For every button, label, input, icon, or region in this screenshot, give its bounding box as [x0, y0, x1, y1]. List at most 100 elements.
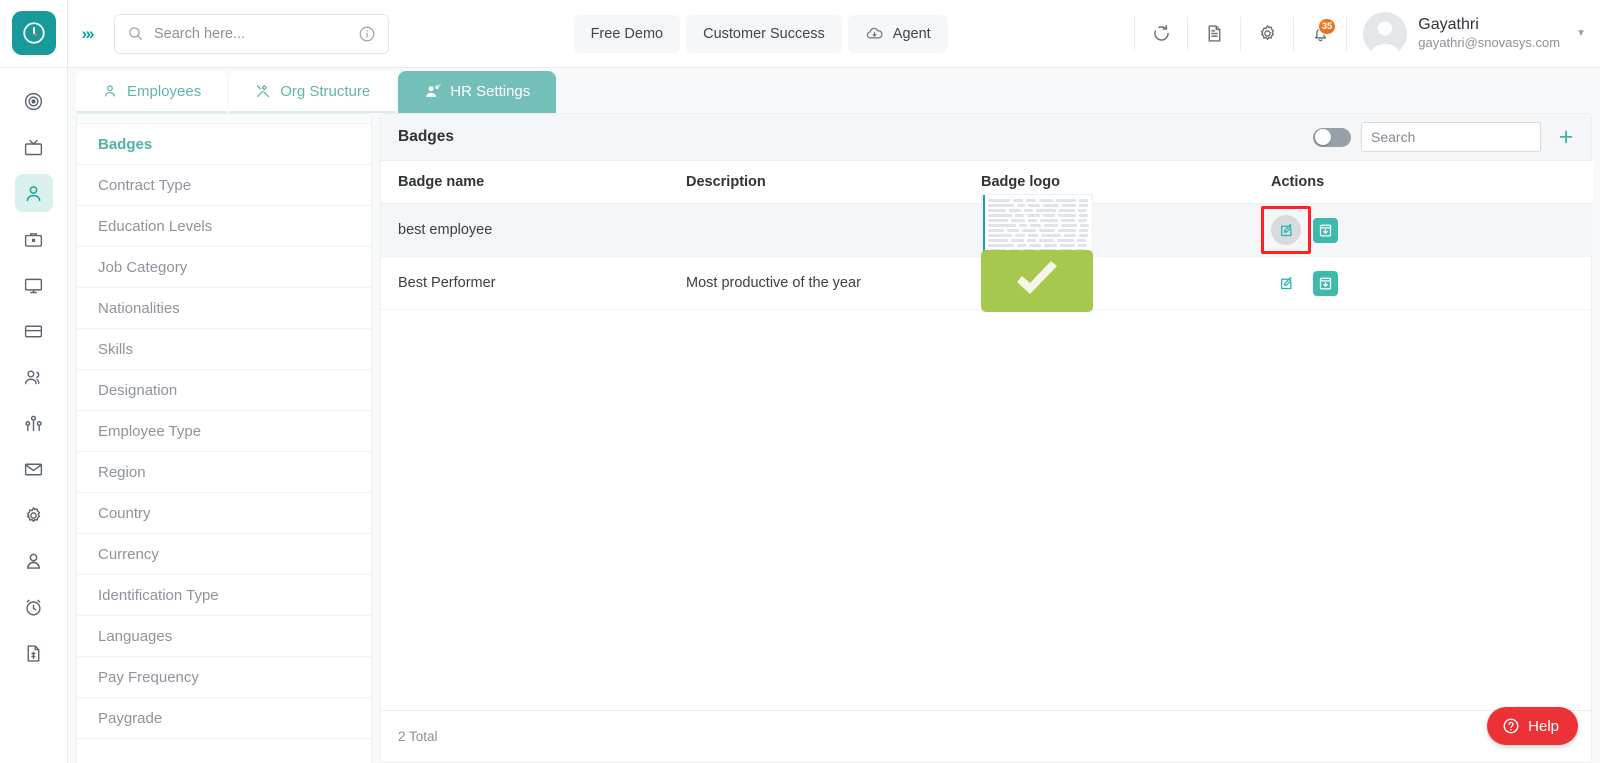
panel-footer: 2 Total — [381, 710, 1591, 762]
header-right-cluster: 35 Gayathri gayathri@snovasys.com ▼ — [1132, 10, 1600, 58]
page-body: Badges Contract Type Education Levels Jo… — [68, 68, 1600, 763]
rail-item-assets[interactable] — [15, 266, 53, 304]
free-demo-button[interactable]: Free Demo — [573, 14, 681, 53]
column-description: Description — [686, 161, 981, 204]
sidebar-item-job-category[interactable]: Job Category — [77, 247, 371, 288]
customer-success-button[interactable]: Customer Success — [686, 14, 842, 53]
header-divider — [1346, 16, 1348, 51]
app-logo[interactable] — [11, 11, 56, 55]
row-actions — [1261, 206, 1593, 254]
document-icon[interactable] — [1190, 10, 1238, 58]
rail-item-tv[interactable] — [15, 128, 53, 166]
column-badge-name: Badge name — [381, 161, 686, 204]
rail-item-profile[interactable] — [15, 542, 53, 580]
table-body: best employee Best Performer Most produc… — [381, 194, 1593, 312]
profile-text: Gayathri gayathri@snovasys.com — [1418, 15, 1560, 51]
tab-hr-settings-label: HR Settings — [450, 82, 531, 100]
badges-panel: Badges + Badge name Description Badge lo… — [380, 113, 1593, 763]
sidebar-item-languages[interactable]: Languages — [77, 616, 371, 657]
archive-download-icon[interactable] — [1313, 270, 1338, 296]
rail-item-target[interactable] — [15, 82, 53, 120]
sidebar-item-currency[interactable]: Currency — [77, 534, 371, 575]
header-divider — [1134, 16, 1136, 51]
sidebar-item-nationalities[interactable]: Nationalities — [77, 288, 371, 329]
sidebar-item-region[interactable]: Region — [77, 452, 371, 493]
main-tabs: Employees Org Structure HR Settings — [76, 68, 557, 113]
sidebar-scroll-cap — [77, 114, 371, 124]
left-icon-rail — [0, 0, 68, 763]
cloud-download-icon — [865, 24, 884, 43]
edit-icon[interactable] — [1271, 268, 1301, 298]
badges-table: Badge name Description Badge logo Action… — [381, 161, 1593, 312]
cell-actions — [1261, 203, 1593, 257]
search-icon — [127, 25, 144, 42]
chevron-down-icon[interactable]: ▼ — [1566, 28, 1600, 39]
rail-item-payroll[interactable] — [15, 312, 53, 350]
panel-title: Badges — [398, 128, 454, 145]
badge-logo-wrapper — [981, 194, 1271, 264]
sidebar-item-designation[interactable]: Designation — [77, 370, 371, 411]
sidebar-item-country[interactable]: Country — [77, 493, 371, 534]
rail-item-time[interactable] — [15, 588, 53, 626]
add-badge-button[interactable]: + — [1551, 122, 1581, 152]
sidebar-item-contract-type[interactable]: Contract Type — [77, 165, 371, 206]
table-row[interactable]: Best Performer Most productive of the ye… — [381, 250, 1593, 312]
agent-button-label: Agent — [892, 25, 931, 42]
top-header-bar: »› Free Demo Customer Success Agent — [68, 0, 1600, 68]
avatar — [1363, 11, 1408, 56]
sidebar-item-paygrade[interactable]: Paygrade — [77, 698, 371, 739]
user-profile[interactable]: Gayathri gayathri@snovasys.com — [1349, 11, 1566, 56]
sidebar-item-employee-type[interactable]: Employee Type — [77, 411, 371, 452]
info-circle-icon[interactable] — [358, 25, 376, 43]
user-gear-icon — [424, 83, 441, 100]
sidebar-item-badges[interactable]: Badges — [77, 124, 371, 165]
rail-item-settings[interactable] — [15, 496, 53, 534]
archive-download-icon[interactable] — [1313, 217, 1338, 243]
profile-name: Gayathri — [1418, 16, 1479, 34]
cell-badge-logo — [981, 250, 1271, 312]
tab-hr-settings[interactable]: HR Settings — [398, 71, 557, 113]
help-button[interactable]: Help — [1487, 707, 1578, 745]
tab-employees-label: Employees — [127, 82, 202, 100]
header-divider — [1240, 16, 1242, 51]
tab-employees[interactable]: Employees — [76, 71, 228, 113]
rail-item-mail[interactable] — [15, 450, 53, 488]
chevron-right-triple-icon[interactable]: »› — [68, 24, 106, 44]
hr-settings-sidebar: Badges Contract Type Education Levels Jo… — [76, 113, 372, 763]
sidebar-item-education-levels[interactable]: Education Levels — [77, 206, 371, 247]
cell-description: Most productive of the year — [686, 256, 981, 310]
panel-search-input[interactable] — [1361, 122, 1541, 152]
rail-item-jobs[interactable] — [15, 220, 53, 258]
tab-org-structure-label: Org Structure — [280, 82, 371, 100]
sidebar-item-skills[interactable]: Skills — [77, 329, 371, 370]
archive-toggle[interactable] — [1313, 127, 1351, 147]
cell-badge-name: Best Performer — [381, 256, 686, 310]
column-actions: Actions — [1271, 161, 1593, 204]
tab-org-structure[interactable]: Org Structure — [229, 71, 397, 113]
sidebar-item-pay-frequency[interactable]: Pay Frequency — [77, 657, 371, 698]
rail-item-employees[interactable] — [14, 174, 53, 212]
profile-email: gayathri@snovasys.com — [1418, 35, 1561, 51]
total-count-label: 2 Total — [398, 729, 438, 744]
refresh-icon[interactable] — [1137, 10, 1185, 58]
table-row[interactable]: best employee — [381, 194, 1593, 264]
cell-description — [686, 203, 981, 257]
sidebar-item-identification-type[interactable]: Identification Type — [77, 575, 371, 616]
cell-actions — [1271, 256, 1593, 310]
search-input[interactable] — [154, 25, 348, 42]
rail-item-invoice[interactable] — [15, 634, 53, 672]
rail-item-teams[interactable] — [15, 358, 53, 396]
panel-header: Badges + — [381, 114, 1591, 161]
badge-logo-wrapper — [981, 250, 1271, 312]
header-divider — [1293, 16, 1295, 51]
agent-button[interactable]: Agent — [847, 14, 948, 53]
notification-count-badge: 35 — [1317, 17, 1337, 35]
rail-item-org[interactable] — [15, 404, 53, 442]
global-search-box[interactable] — [114, 13, 389, 54]
tools-icon — [255, 83, 271, 99]
row-actions — [1271, 268, 1593, 298]
help-button-label: Help — [1528, 717, 1559, 735]
notifications-bell-button[interactable]: 35 — [1296, 10, 1344, 58]
edit-icon[interactable] — [1261, 206, 1311, 254]
gear-icon[interactable] — [1243, 10, 1291, 58]
